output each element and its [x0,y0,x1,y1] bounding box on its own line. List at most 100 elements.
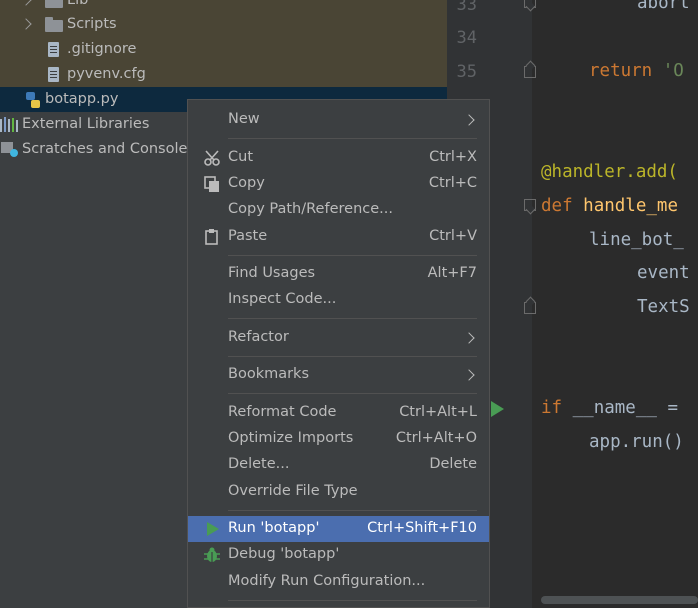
python-file-icon [26,92,40,108]
menu-separator [228,393,477,394]
code-decorator: @handler.add( [541,162,678,182]
code-token: TextS [637,297,690,317]
menu-item-inspect-code[interactable]: Inspect Code... [188,287,489,313]
menu-item-label: Reformat Code [228,404,337,420]
menu-item-shortcut: Ctrl+Alt+O [395,430,477,446]
code-token: line_bot_ [589,230,684,250]
line-number: 34 [456,28,477,48]
menu-item-label: Refactor [228,329,289,345]
config-file-icon [48,67,59,82]
horizontal-scrollbar[interactable] [541,596,698,604]
line-number: 35 [456,62,477,82]
context-menu: New Cut Ctrl+X Copy Ctrl+C Copy Path/Ref… [187,99,490,608]
tree-item-label: External Libraries [22,116,150,132]
menu-item-shortcut: Delete [429,456,477,472]
tree-item-label: Scripts [67,16,117,32]
chevron-right-icon[interactable] [20,0,32,6]
tree-item-label: pyvenv.cfg [67,66,146,82]
fold-end-icon[interactable] [524,0,536,8]
code-keyword: if [541,398,563,418]
menu-item-label: Inspect Code... [228,291,337,307]
menu-item-shortcut: Ctrl+C [428,175,477,191]
menu-item-modify-run-config[interactable]: Modify Run Configuration... [188,569,489,595]
menu-item-paste[interactable]: Paste Ctrl+V [188,224,489,250]
run-icon [207,522,219,536]
menu-separator [228,255,477,256]
gitignore-file-icon [48,42,59,57]
menu-item-label: Delete... [228,456,290,472]
submenu-arrow-icon [463,369,475,381]
code-token: event [637,263,690,283]
fold-end-icon[interactable] [524,66,536,78]
menu-item-label: Paste [228,228,268,244]
chevron-right-icon[interactable] [20,18,32,30]
fold-end-icon[interactable] [524,302,536,314]
code-token: __name__ = [572,398,678,418]
code-line[interactable]: if __name__ = [541,398,678,418]
code-line[interactable]: abort [637,0,690,13]
code-line[interactable]: app.run() [589,432,684,452]
code-line[interactable]: def handle_me [541,196,678,216]
code-line[interactable]: return 'O [589,61,684,81]
menu-item-copy-path[interactable]: Copy Path/Reference... [188,197,489,223]
menu-item-label: Copy Path/Reference... [228,201,393,217]
code-string: 'O [662,61,684,81]
tree-item-scripts[interactable]: Scripts [0,12,447,37]
menu-item-refactor[interactable]: Refactor [188,325,489,351]
menu-item-debug[interactable]: Debug 'botapp' [188,542,489,568]
menu-item-run[interactable]: Run 'botapp' Ctrl+Shift+F10 [188,516,489,542]
copy-icon [204,176,219,192]
libraries-icon [0,117,18,132]
menu-item-label: Copy [228,175,265,191]
menu-item-shortcut: Ctrl+X [429,149,477,165]
code-token: abort [637,0,690,13]
menu-item-shortcut: Ctrl+Alt+L [399,404,477,420]
tree-item-label: botapp.py [45,91,119,107]
menu-item-label: Modify Run Configuration... [228,573,426,589]
fold-start-icon[interactable] [524,199,536,211]
code-line[interactable]: TextS [637,297,690,317]
menu-separator [228,138,477,139]
menu-item-shortcut: Ctrl+V [429,228,477,244]
code-keyword: def [541,196,573,216]
menu-item-new[interactable]: New [188,107,489,133]
tree-item-pyvenv[interactable]: pyvenv.cfg [0,62,447,87]
run-gutter-icon[interactable] [491,401,504,417]
code-function-name: handle_me [583,196,678,216]
tree-item-gitignore[interactable]: .gitignore [0,37,447,62]
menu-item-label: Run 'botapp' [228,520,320,536]
scratches-icon [1,142,18,157]
menu-separator [228,510,477,511]
submenu-arrow-icon [463,332,475,344]
menu-item-bookmarks[interactable]: Bookmarks [188,362,489,388]
menu-item-label: Find Usages [228,265,316,281]
code-line[interactable]: event [637,263,690,283]
menu-item-cut[interactable]: Cut Ctrl+X [188,145,489,171]
menu-item-shortcut: Ctrl+Shift+F10 [367,520,477,536]
line-number: 33 [456,0,477,15]
code-line[interactable]: line_bot_ [589,230,684,250]
menu-item-override-file-type[interactable]: Override File Type [188,479,489,505]
menu-item-reformat-code[interactable]: Reformat Code Ctrl+Alt+L [188,400,489,426]
tree-item-label: Scratches and Consoles [22,141,195,157]
folder-icon [45,0,63,8]
menu-item-delete[interactable]: Delete... Delete [188,452,489,478]
scissors-icon [204,150,220,166]
menu-item-label: Bookmarks [228,366,310,382]
menu-item-label: Cut [228,149,253,165]
code-token: app.run() [589,432,684,452]
code-line[interactable]: @handler.add( [541,162,678,182]
menu-item-find-usages[interactable]: Find Usages Alt+F7 [188,261,489,287]
folder-icon [45,17,63,32]
menu-separator [228,356,477,357]
menu-item-label: Optimize Imports [228,430,354,446]
menu-item-label: Override File Type [228,483,358,499]
debug-bug-icon [204,547,220,562]
menu-item-label: Debug 'botapp' [228,546,340,562]
menu-item-optimize-imports[interactable]: Optimize Imports Ctrl+Alt+O [188,426,489,452]
clipboard-icon [205,229,218,245]
menu-separator [228,600,477,601]
menu-separator [228,318,477,319]
menu-item-copy[interactable]: Copy Ctrl+C [188,171,489,197]
code-keyword: return [589,61,653,81]
